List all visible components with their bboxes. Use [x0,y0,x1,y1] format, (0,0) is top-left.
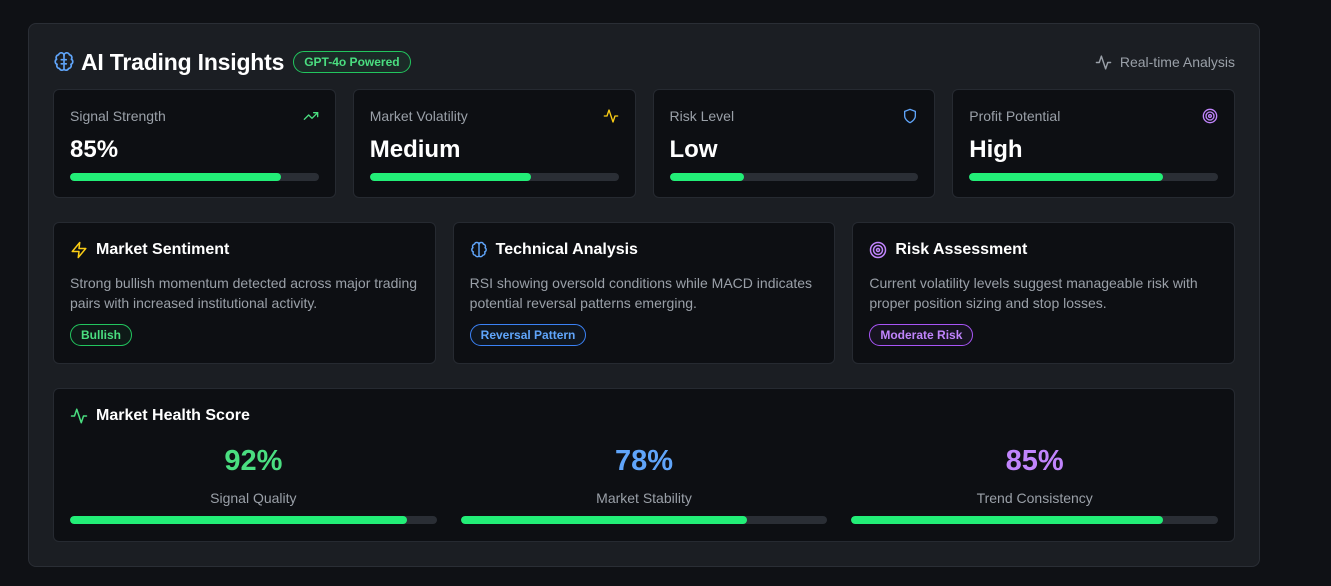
trending-up-icon [303,108,319,124]
score-trend-consistency: 85% Trend Consistency [851,445,1219,529]
score-market-stability: 78% Market Stability [460,445,828,529]
score-label: Trend Consistency [976,490,1093,506]
metric-card-market-volatility: Market Volatility Medium [352,89,636,198]
metric-label: Risk Level [669,108,735,124]
realtime-label: Real-time Analysis [1119,54,1235,70]
progress-bar-fill [70,516,408,524]
metric-label: Market Volatility [369,108,468,124]
progress-bar [369,173,619,181]
ai-trading-insights-panel: AI Trading Insights GPT-4o Powered Real-… [28,23,1260,567]
score-label: Signal Quality [210,490,297,506]
panel-header: AI Trading Insights GPT-4o Powered Real-… [53,48,1235,76]
metric-value: Low [669,136,718,163]
insight-card-market-sentiment: Market Sentiment Strong bullish momentum… [53,222,436,364]
pattern-tag: Reversal Pattern [469,324,587,346]
progress-bar-fill [70,173,282,181]
progress-bar [851,516,1219,524]
progress-bar-fill [369,173,532,181]
progress-bar-fill [460,516,747,524]
market-health-card: Market Health Score 92% Signal Quality 7… [53,388,1235,542]
insight-title: Technical Analysis [495,241,638,258]
brain-icon [53,51,75,73]
progress-bar [969,173,1218,181]
score-signal-quality: 92% Signal Quality [70,445,437,529]
metric-card-risk-level: Risk Level Low [652,89,936,198]
score-label: Market Stability [596,490,692,506]
score-value: 92% [224,445,283,477]
metric-card-signal-strength: Signal Strength 85% [53,89,336,198]
page-title: AI Trading Insights [81,48,285,75]
brain-icon [470,241,488,259]
shield-icon [902,108,918,124]
score-value: 78% [614,445,674,477]
sentiment-tag: Bullish [70,324,133,346]
insight-title: Market Sentiment [96,241,230,258]
metric-card-profit-potential: Profit Potential High [952,89,1235,198]
activity-icon [603,108,619,124]
target-icon [1202,108,1218,124]
progress-bar-fill [851,516,1163,524]
insight-card-technical-analysis: Technical Analysis RSI showing oversold … [452,222,836,364]
progress-bar [460,516,828,524]
activity-icon [1095,54,1112,70]
insight-description: RSI showing oversold conditions while MA… [469,275,813,311]
score-value: 85% [1005,445,1064,477]
target-icon [869,241,887,259]
zap-icon [70,241,88,259]
insight-cards: Market Sentiment Strong bullish momentum… [53,222,1236,364]
insight-description: Current volatility levels suggest manage… [869,275,1198,311]
insight-title: Risk Assessment [895,241,1028,258]
insight-description: Strong bullish momentum detected across … [70,275,418,311]
health-scores: 92% Signal Quality 78% Market Stability … [70,445,1219,529]
realtime-analysis-indicator: Real-time Analysis [1095,54,1235,71]
progress-bar-fill [669,173,745,181]
progress-bar [70,516,437,524]
metric-cards: Signal Strength 85% Market Volatility Me… [53,89,1235,198]
metric-label: Signal Strength [70,108,166,124]
gpt-badge: GPT-4o Powered [293,51,411,73]
activity-icon [70,407,88,425]
risk-tag: Moderate Risk [869,324,974,346]
metric-value: Medium [369,136,461,163]
insight-card-risk-assessment: Risk Assessment Current volatility level… [852,222,1236,364]
metric-value: 85% [70,136,119,163]
progress-bar-fill [969,173,1164,181]
metric-label: Profit Potential [969,108,1061,124]
progress-bar [669,173,919,181]
progress-bar [70,173,319,181]
health-title: Market Health Score [96,407,250,424]
metric-value: High [969,136,1023,163]
